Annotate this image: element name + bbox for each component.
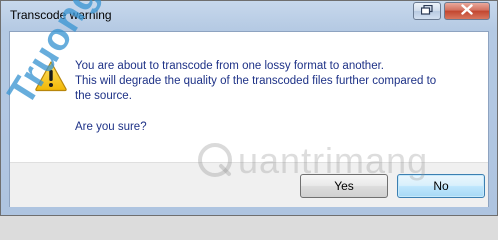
confirmation-question: Are you sure? (75, 121, 147, 133)
close-icon (461, 2, 473, 20)
warning-message: You are about to transcode from one loss… (75, 59, 475, 104)
dialog-client-area: You are about to transcode from one loss… (9, 31, 489, 207)
close-button[interactable] (444, 2, 490, 20)
message-line: This will degrade the quality of the tra… (75, 75, 437, 87)
watermark-text: uantrimang (238, 140, 429, 181)
restore-button[interactable] (413, 2, 441, 20)
watermark-logo (195, 140, 235, 180)
message-line: the source. (75, 90, 132, 102)
window-bottom-border (2, 207, 496, 215)
message-line: You are about to transcode from one loss… (75, 60, 384, 72)
restore-icon (420, 2, 433, 20)
